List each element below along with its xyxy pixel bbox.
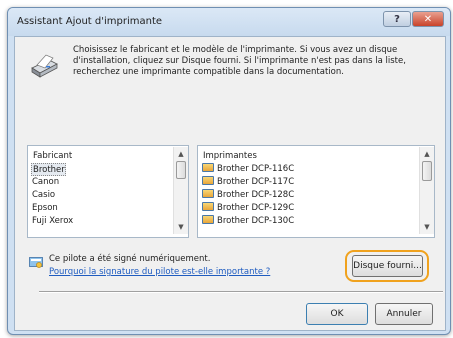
printer-model-label: Brother DCP-116C	[217, 164, 295, 174]
printer-model-label: Brother DCP-129C	[217, 203, 295, 213]
printer-icon	[202, 189, 214, 198]
ok-button[interactable]: OK	[306, 303, 368, 325]
have-disk-button[interactable]: Disque fourni...	[352, 255, 423, 277]
scroll-up-icon[interactable]: ▲	[174, 147, 188, 161]
list-item[interactable]: Brother DCP-116C	[202, 163, 294, 176]
signed-driver-icon	[29, 257, 43, 268]
help-button[interactable]: ?	[383, 11, 411, 27]
dialog-body: Choisissez le fabricant et le modèle de …	[14, 36, 446, 331]
list-item[interactable]: Brother	[31, 163, 66, 176]
scroll-up-icon[interactable]: ▲	[420, 147, 434, 161]
list-item[interactable]: Epson	[32, 202, 58, 215]
window-title: Assistant Ajout d'imprimante	[17, 16, 163, 27]
cancel-button[interactable]: Annuler	[375, 303, 433, 325]
printer-model-list[interactable]: Imprimantes Brother DCP-116C Brother DCP…	[197, 145, 435, 238]
scroll-thumb[interactable]	[422, 161, 432, 181]
printer-list-header: Imprimantes	[203, 151, 257, 161]
scroll-thumb[interactable]	[176, 161, 186, 179]
printer-model-label: Brother DCP-128C	[217, 190, 295, 200]
printer-scrollbar[interactable]: ▲ ▼	[419, 147, 434, 234]
printer-icon	[202, 215, 214, 224]
printer-icon	[202, 176, 214, 185]
printer-icon	[202, 163, 214, 172]
manufacturer-list[interactable]: Fabricant Brother Canon Casio Epson Fuji…	[27, 145, 189, 238]
scroll-down-icon[interactable]: ▼	[420, 220, 434, 234]
signature-status-text: Ce pilote a été signé numériquement.	[49, 254, 211, 264]
close-button[interactable]: ✕	[412, 11, 444, 27]
manufacturer-list-header: Fabricant	[33, 151, 73, 161]
printer-model-label: Brother DCP-130C	[217, 216, 295, 225]
instruction-text: Choisissez le fabricant et le modèle de …	[73, 45, 406, 77]
list-item[interactable]: Brother DCP-129C	[202, 202, 294, 215]
list-item[interactable]: Canon	[32, 176, 59, 189]
printer-icon	[202, 202, 214, 211]
list-item[interactable]: Casio	[32, 189, 55, 202]
manufacturer-scrollbar[interactable]: ▲ ▼	[173, 147, 188, 234]
list-item[interactable]: Brother DCP-128C	[202, 189, 294, 202]
list-item[interactable]: Brother DCP-117C	[202, 176, 294, 189]
printer-model-label: Brother DCP-117C	[217, 177, 295, 187]
list-item[interactable]: Fuji Xerox	[32, 215, 73, 225]
printer-icon	[31, 54, 58, 78]
title-bar[interactable]: Assistant Ajout d'imprimante ? ✕	[8, 8, 450, 36]
add-printer-wizard-window: Assistant Ajout d'imprimante ? ✕ Choisis…	[7, 7, 451, 335]
separator	[39, 291, 443, 293]
scroll-down-icon[interactable]: ▼	[174, 220, 188, 234]
signature-info-link[interactable]: Pourquoi la signature du pilote est-elle…	[49, 267, 270, 277]
list-item[interactable]: Brother DCP-130C	[202, 215, 294, 225]
